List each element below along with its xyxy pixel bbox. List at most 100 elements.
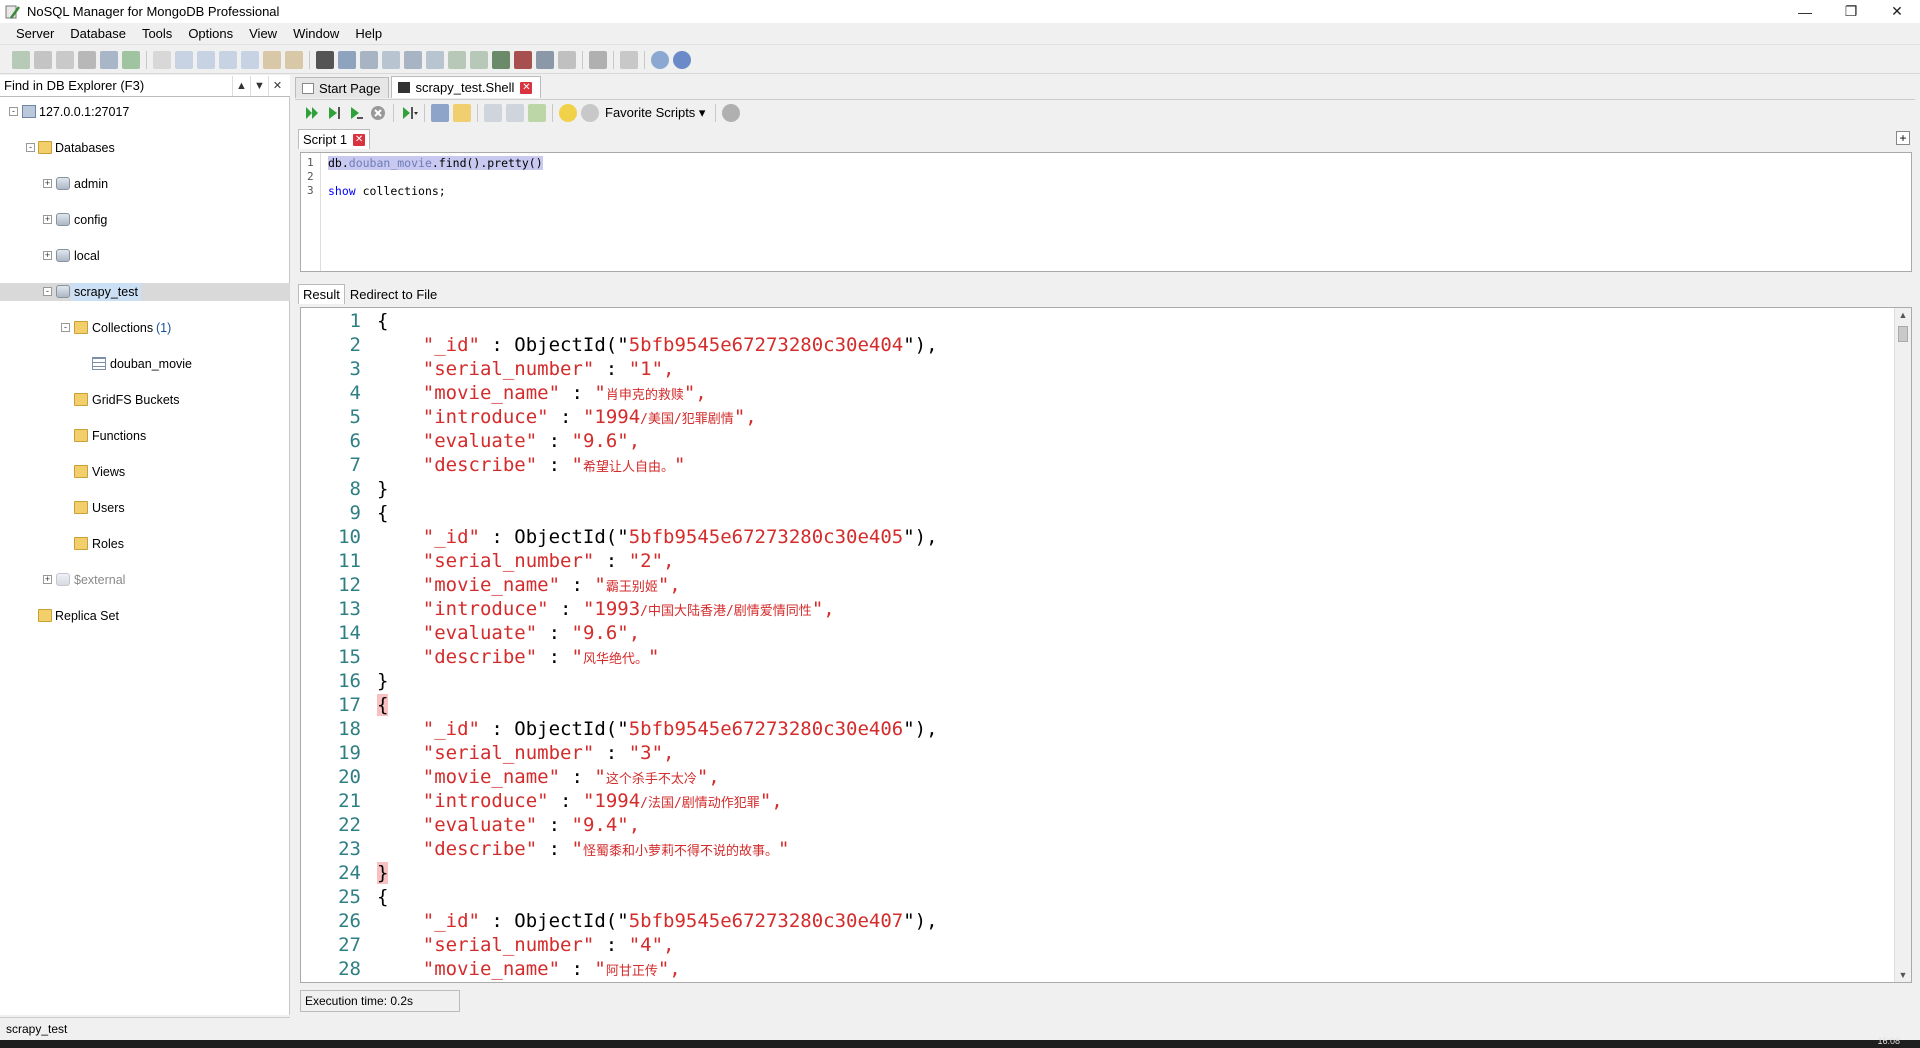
- export-icon[interactable]: [470, 50, 488, 69]
- disconnect-icon[interactable]: [34, 50, 52, 69]
- tree-node-replica-set[interactable]: Replica Set: [0, 607, 290, 625]
- expand-icon[interactable]: +: [43, 179, 52, 188]
- help-icon[interactable]: [651, 50, 669, 69]
- tree-node-config[interactable]: + config: [0, 211, 290, 229]
- tree-node-local[interactable]: + local: [0, 247, 290, 265]
- expand-icon[interactable]: +: [43, 215, 52, 224]
- menu-server[interactable]: Server: [8, 23, 62, 45]
- json-icon[interactable]: [404, 50, 422, 69]
- collection-view-icon[interactable]: [197, 50, 215, 69]
- collapse-icon[interactable]: -: [43, 287, 52, 296]
- format-icon[interactable]: [484, 103, 502, 122]
- table-icon[interactable]: [558, 50, 576, 69]
- result-vertical-scrollbar[interactable]: ▲ ▼: [1894, 308, 1911, 982]
- json-token: ": [594, 766, 606, 788]
- tree-node-roles[interactable]: Roles: [0, 535, 290, 553]
- execute-to-cursor-icon[interactable]: [347, 104, 365, 122]
- chart-icon[interactable]: [492, 50, 510, 69]
- new-database-icon[interactable]: [153, 50, 171, 69]
- menu-help[interactable]: Help: [347, 23, 390, 45]
- functions-icon[interactable]: [241, 50, 259, 69]
- monitor-icon[interactable]: [514, 50, 532, 69]
- open-folder-icon[interactable]: [453, 103, 471, 122]
- shell-icon[interactable]: [316, 50, 334, 69]
- menu-window[interactable]: Window: [285, 23, 347, 45]
- profiler-icon[interactable]: [536, 50, 554, 69]
- scroll-up-arrow-icon[interactable]: ▲: [1895, 308, 1911, 322]
- tree-node-external[interactable]: + $external: [0, 571, 290, 589]
- import-icon[interactable]: [448, 50, 466, 69]
- expand-icon[interactable]: +: [43, 575, 52, 584]
- tab-script-1[interactable]: Script 1 ✕: [298, 129, 371, 149]
- json-token: :: [537, 646, 572, 668]
- settings-gear-icon[interactable]: [722, 103, 741, 122]
- tab-start-page[interactable]: Start Page: [295, 77, 390, 98]
- edit-connection-icon[interactable]: [78, 50, 96, 69]
- collapse-icon[interactable]: -: [26, 143, 35, 152]
- sql-icon[interactable]: [360, 50, 378, 69]
- test-connection-icon[interactable]: [100, 50, 118, 69]
- run-script-icon[interactable]: [528, 103, 546, 122]
- result-viewer[interactable]: 1 2 3 4 5 6 7 8 9 10 11 12 13 14 15 16 17 18 19 20 21 22 23 24 2…: [300, 307, 1912, 983]
- settings-gear-icon[interactable]: [589, 50, 607, 69]
- tab-redirect-to-file[interactable]: Redirect to File: [345, 284, 442, 304]
- tab-result[interactable]: Result: [298, 284, 345, 304]
- tree-node-scrapy-test[interactable]: - scrapy_test: [0, 283, 290, 301]
- menu-options[interactable]: Options: [180, 23, 241, 45]
- close-script-tab-icon[interactable]: ✕: [353, 133, 366, 146]
- find-in-explorer-input[interactable]: [0, 75, 232, 96]
- menu-view[interactable]: View: [241, 23, 285, 45]
- close-window-button[interactable]: ✕: [1874, 0, 1920, 23]
- restore-button[interactable]: ❐: [1828, 0, 1874, 23]
- tree-node-users[interactable]: Users: [0, 499, 290, 517]
- add-script-tab-icon[interactable]: +: [1896, 131, 1910, 145]
- tree-node-databases[interactable]: - Databases: [0, 139, 290, 157]
- add-favorite-star-icon[interactable]: [559, 103, 577, 122]
- stop-icon[interactable]: [369, 104, 387, 122]
- tree-node-collections[interactable]: - Collections (1): [0, 319, 290, 337]
- tree-icon[interactable]: [382, 50, 400, 69]
- server-properties-icon[interactable]: [56, 50, 74, 69]
- editor-line-1: db.douban_movie.find().pretty(): [328, 156, 543, 170]
- collapse-icon[interactable]: -: [9, 107, 18, 116]
- favorite-star-icon[interactable]: [581, 103, 599, 122]
- save-icon[interactable]: [431, 103, 449, 122]
- expand-icon[interactable]: +: [43, 251, 52, 260]
- query-icon[interactable]: [338, 50, 356, 69]
- window-icon[interactable]: [620, 50, 638, 69]
- mapreduce-icon[interactable]: [426, 50, 444, 69]
- menu-database[interactable]: Database: [62, 23, 134, 45]
- copy-results-icon[interactable]: [506, 103, 524, 122]
- tree-node-admin[interactable]: + admin: [0, 175, 290, 193]
- gridfs-icon[interactable]: [219, 50, 237, 69]
- execute-all-icon[interactable]: [303, 104, 321, 122]
- toolbar-separator: [582, 50, 583, 69]
- connect-icon[interactable]: [12, 50, 30, 69]
- tree-node-server[interactable]: - 127.0.0.1:27017: [0, 103, 290, 121]
- close-tab-icon[interactable]: ✕: [520, 81, 533, 94]
- users-icon[interactable]: [263, 50, 281, 69]
- favorite-scripts-dropdown[interactable]: Favorite Scripts ▾: [605, 105, 705, 121]
- tab-scrapy-test-shell[interactable]: scrapy_test.Shell ✕: [391, 76, 542, 98]
- execution-time-status: Execution time: 0.2s: [300, 990, 460, 1012]
- roles-icon[interactable]: [285, 50, 303, 69]
- tree-node-gridfs[interactable]: GridFS Buckets: [0, 391, 290, 409]
- execute-current-icon[interactable]: [325, 104, 343, 122]
- collapse-icon[interactable]: -: [61, 323, 70, 332]
- refresh-icon[interactable]: [122, 50, 140, 69]
- tree-node-functions[interactable]: Functions: [0, 427, 290, 445]
- find-close-icon[interactable]: ✕: [268, 75, 286, 96]
- tree-node-douban-movie[interactable]: douban_movie: [0, 355, 290, 373]
- about-icon[interactable]: [673, 50, 691, 69]
- script-editor[interactable]: 1 2 3 db.douban_movie.find().pretty() sh…: [300, 152, 1912, 272]
- menu-tools[interactable]: Tools: [134, 23, 180, 45]
- scroll-thumb[interactable]: [1898, 326, 1908, 342]
- new-collection-icon[interactable]: [175, 50, 193, 69]
- step-execute-dropdown-icon[interactable]: [400, 104, 418, 122]
- find-next-chevron-down-icon[interactable]: ▼: [250, 75, 268, 96]
- find-prev-chevron-up-icon[interactable]: ▲: [232, 75, 250, 96]
- minimize-button[interactable]: —: [1782, 0, 1828, 23]
- scroll-down-arrow-icon[interactable]: ▼: [1895, 968, 1911, 982]
- result-line: "evaluate" : "9.6",: [377, 430, 640, 452]
- tree-node-views[interactable]: Views: [0, 463, 290, 481]
